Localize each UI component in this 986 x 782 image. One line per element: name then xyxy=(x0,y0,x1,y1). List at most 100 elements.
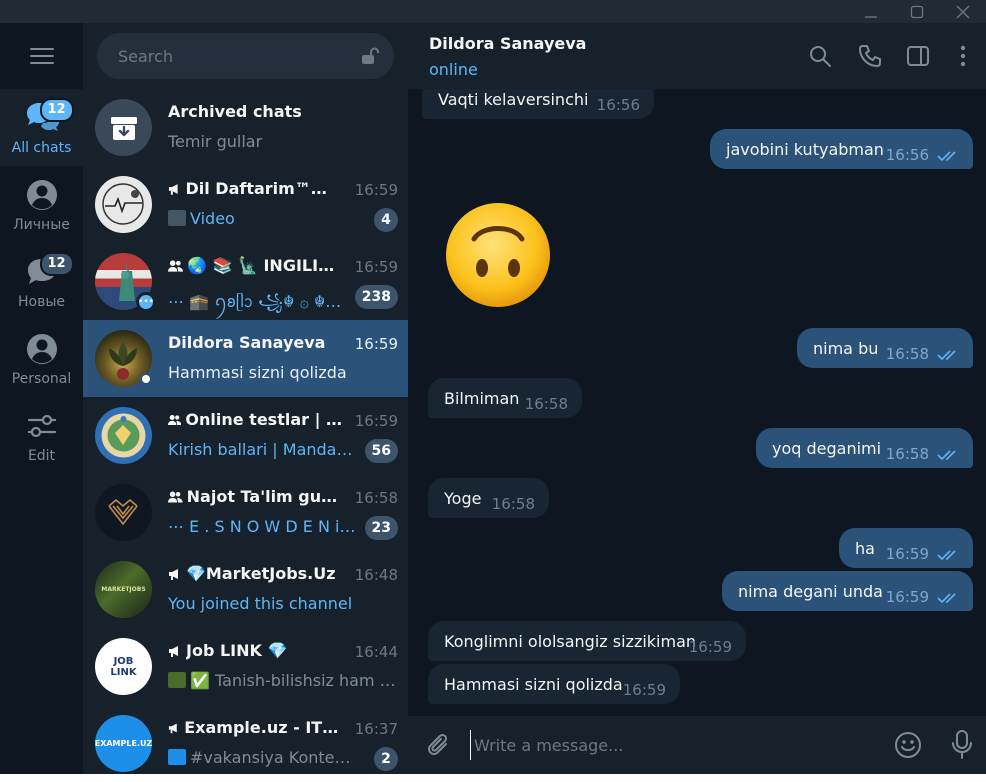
avatar: MARKETJOBS xyxy=(95,561,152,618)
chat-item-dildora[interactable]: Dildora Sanayeva 16:59 Hammasi sizni qol… xyxy=(83,320,408,397)
upside-down-face-icon xyxy=(446,203,550,307)
folder-novye[interactable]: 12 Новые xyxy=(0,243,83,320)
message-outgoing[interactable]: nima bu 16:58 xyxy=(797,328,973,368)
chat-item-ingiliz[interactable]: ••• 🌏 📚 🗽 INGILIZ ... 16:59 ⋯ 🕋 ꪆ𐐪ᥫᩣ ꧁☬ … xyxy=(83,243,408,320)
chat-header[interactable]: Dildora Sanayeva online xyxy=(408,23,986,89)
folder-label: Личные xyxy=(13,216,70,233)
more-vertical-icon[interactable] xyxy=(951,44,975,68)
chat-name: Job LINK 💎 xyxy=(186,641,288,660)
message-time: 16:58 xyxy=(524,395,568,413)
folder-label: Новые xyxy=(17,293,65,310)
unlock-icon[interactable] xyxy=(360,46,380,66)
chat-name: Najot Ta'lim guruhi xyxy=(186,487,343,506)
conversation-pane: Dildora Sanayeva online Vaqti kelaversin… xyxy=(408,23,986,782)
chat-name: 🌏 📚 🗽 INGILIZ ... xyxy=(187,256,343,275)
sticker-upside-down-face[interactable] xyxy=(444,195,552,313)
unread-badge: 56 xyxy=(364,439,398,463)
unread-badge: 2 xyxy=(374,747,398,771)
maximize-icon xyxy=(910,5,924,18)
chat-preview: ⋯ 🕋 ꪆ𐐪ᥫᩣ ꧁☬ ۞ ☬꧂ ... xyxy=(168,292,356,311)
emblem-icon xyxy=(101,413,146,458)
message-incoming[interactable]: Yoge 16:58 xyxy=(428,478,549,518)
group-icon xyxy=(168,259,183,272)
paperclip-icon[interactable] xyxy=(426,732,450,758)
maximize-button[interactable] xyxy=(894,0,940,23)
chat-name: Dil Daftarim™🩹... xyxy=(185,179,343,198)
message-text: Vaqti kelaversinchi xyxy=(438,89,589,109)
chat-time: 16:48 xyxy=(354,566,398,584)
message-incoming[interactable]: Bilmiman 16:58 xyxy=(428,378,582,418)
folder-label: Personal xyxy=(11,370,72,387)
message-text: Bilmiman xyxy=(444,388,520,408)
folder-badge: 12 xyxy=(39,97,74,122)
folder-personal[interactable]: Personal xyxy=(0,320,83,397)
phone-icon[interactable] xyxy=(858,44,882,68)
message-outgoing[interactable]: javobini kutyabman 16:56 xyxy=(710,129,973,169)
person-icon xyxy=(26,333,57,364)
chat-item-archived[interactable]: Archived chats Temir gullar xyxy=(83,89,408,166)
avatar xyxy=(95,176,152,233)
chat-time: 16:44 xyxy=(354,643,398,661)
double-check-icon xyxy=(937,151,956,162)
najot-logo-icon xyxy=(108,498,138,526)
chat-time: 16:59 xyxy=(354,335,398,353)
chat-item-najot-talim[interactable]: Najot Ta'lim guruhi 16:58 ⋯ E . S N O W … xyxy=(83,474,408,551)
chat-name: Online testlar | Abi... xyxy=(185,410,343,429)
chat-preview: ⋯ E . S N O W D E N is t... xyxy=(168,517,356,536)
avatar xyxy=(95,330,152,387)
chat-preview: You joined this channel xyxy=(168,594,353,613)
message-outgoing[interactable]: nima degani unda 16:59 xyxy=(722,571,973,611)
chat-preview: Video xyxy=(168,209,356,228)
marketjobs-logo: MARKETJOBS xyxy=(101,586,146,593)
folder-lichnye[interactable]: Личные xyxy=(0,166,83,243)
chat-item-job-link[interactable]: JOB LINK Job LINK 💎 16:44 ✅ Tanish-bilis… xyxy=(83,628,408,705)
search-box[interactable] xyxy=(97,33,394,79)
main-menu-button[interactable] xyxy=(0,23,83,89)
search-icon[interactable] xyxy=(808,44,832,68)
close-button[interactable] xyxy=(940,0,986,23)
chat-item-example-uz[interactable]: EXAMPLE.UZ Example.uz - IT Jobs 16:37 #v… xyxy=(83,705,408,782)
archive-icon xyxy=(110,116,137,140)
minimize-icon xyxy=(865,15,877,18)
double-check-icon xyxy=(937,593,956,604)
message-time: 16:56 xyxy=(885,146,929,164)
message-time: 16:59 xyxy=(885,588,929,606)
folder-badge: 12 xyxy=(39,251,74,276)
message-outgoing[interactable]: ha 16:59 xyxy=(839,528,973,568)
online-indicator xyxy=(140,373,152,385)
message-incoming[interactable]: Konglimni ololsangiz sizzikiman 16:59 xyxy=(428,621,746,661)
chat-name: 💎MarketJobs.Uz xyxy=(186,564,336,583)
message-incoming[interactable]: Hammasi sizni qolizda 16:59 xyxy=(428,664,680,704)
avatar: EXAMPLE.UZ xyxy=(95,715,152,772)
chat-preview: Temir gullar xyxy=(168,132,263,151)
unread-badge: 4 xyxy=(374,208,398,232)
double-check-icon xyxy=(937,550,956,561)
folder-all-chats[interactable]: 12 All chats xyxy=(0,89,83,166)
message-incoming[interactable]: Vaqti kelaversinchi 16:56 xyxy=(422,89,654,119)
double-check-icon xyxy=(937,350,956,361)
message-outgoing[interactable]: yoq deganimi 16:58 xyxy=(756,428,973,468)
heartbeat-logo-icon xyxy=(102,183,144,225)
message-text: ha xyxy=(855,538,875,558)
message-time: 16:58 xyxy=(491,495,535,513)
message-text: Konglimni ololsangiz sizzikiman xyxy=(444,631,697,651)
message-text: yoq deganimi xyxy=(772,438,882,458)
message-time: 16:56 xyxy=(596,96,640,114)
message-input[interactable] xyxy=(470,730,870,760)
chat-item-online-testlar[interactable]: Online testlar | Abi... 16:59 Kirish bal… xyxy=(83,397,408,474)
search-input[interactable] xyxy=(118,46,348,66)
microphone-icon[interactable] xyxy=(951,730,973,760)
folder-label: All chats xyxy=(11,139,72,156)
emoji-icon[interactable] xyxy=(894,731,922,759)
chat-preview: Hammasi sizni qolizda xyxy=(168,363,347,382)
video-thumb-icon xyxy=(168,210,186,226)
sidebar-toggle-icon[interactable] xyxy=(906,44,930,68)
chat-item-dil-daftarim[interactable]: Dil Daftarim™🩹... 16:59 Video 4 xyxy=(83,166,408,243)
minimize-button[interactable] xyxy=(848,0,894,23)
chat-list: Archived chats Temir gullar Dil Daftari xyxy=(83,23,408,782)
chat-item-marketjobs[interactable]: MARKETJOBS 💎MarketJobs.Uz 16:48 You join… xyxy=(83,551,408,628)
chat-status: online xyxy=(429,60,478,79)
message-text: Hammasi sizni qolizda xyxy=(444,674,623,694)
folder-edit[interactable]: Edit xyxy=(0,397,83,474)
image-thumb-icon xyxy=(168,749,186,765)
